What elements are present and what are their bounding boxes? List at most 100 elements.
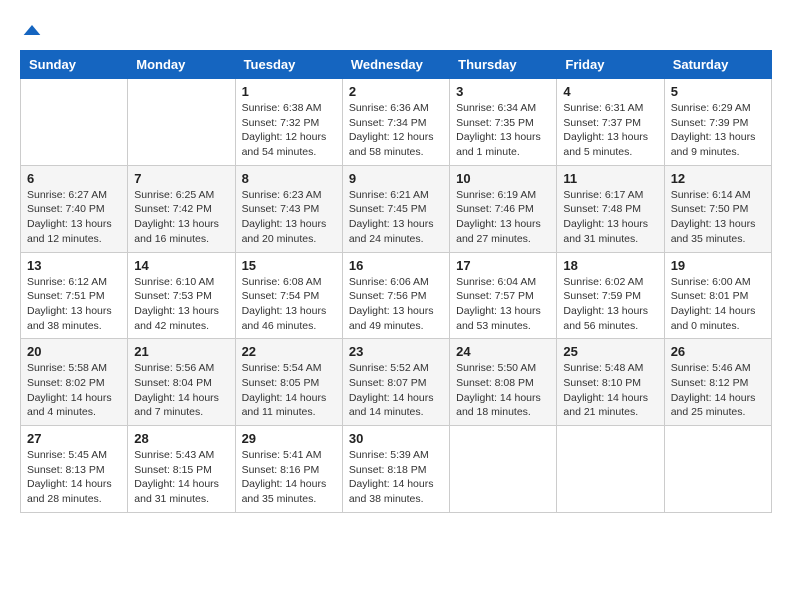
calendar-cell: 9 Sunrise: 6:21 AM Sunset: 7:45 PM Daylig… — [342, 165, 449, 252]
calendar-cell: 14 Sunrise: 6:10 AM Sunset: 7:53 PM Dayli… — [128, 252, 235, 339]
calendar-cell — [21, 79, 128, 166]
day-info: Sunrise: 6:04 AM Sunset: 7:57 PM Dayligh… — [456, 275, 550, 334]
day-number: 22 — [242, 344, 336, 359]
day-info: Sunrise: 5:50 AM Sunset: 8:08 PM Dayligh… — [456, 361, 550, 420]
calendar-week-row: 1Sunrise: 6:38 AM Sunset: 7:32 PM Daylig… — [21, 79, 772, 166]
day-info: Sunrise: 6:12 AM Sunset: 7:51 PM Dayligh… — [27, 275, 121, 334]
calendar-cell: 17 Sunrise: 6:04 AM Sunset: 7:57 PM Dayli… — [450, 252, 557, 339]
day-number: 26 — [671, 344, 765, 359]
calendar-cell: 28 Sunrise: 5:43 AM Sunset: 8:15 PM Dayli… — [128, 426, 235, 513]
day-info: Sunrise: 6:27 AM Sunset: 7:40 PM Dayligh… — [27, 188, 121, 247]
day-header-monday: Monday — [128, 51, 235, 79]
day-number: 8 — [242, 171, 336, 186]
calendar-cell: 2 Sunrise: 6:36 AM Sunset: 7:34 PM Daylig… — [342, 79, 449, 166]
calendar-cell: 3Sunrise: 6:34 AM Sunset: 7:35 PM Daylig… — [450, 79, 557, 166]
day-info: Sunrise: 6:19 AM Sunset: 7:46 PM Dayligh… — [456, 188, 550, 247]
day-number: 16 — [349, 258, 443, 273]
calendar-cell: 10 Sunrise: 6:19 AM Sunset: 7:46 PM Dayli… — [450, 165, 557, 252]
calendar-week-row: 13 Sunrise: 6:12 AM Sunset: 7:51 PM Dayli… — [21, 252, 772, 339]
day-info: Sunrise: 6:29 AM Sunset: 7:39 PM Dayligh… — [671, 101, 765, 160]
day-number: 14 — [134, 258, 228, 273]
day-info: Sunrise: 6:31 AM Sunset: 7:37 PM Dayligh… — [563, 101, 657, 160]
calendar-cell: 16 Sunrise: 6:06 AM Sunset: 7:56 PM Dayli… — [342, 252, 449, 339]
day-info: Sunrise: 6:23 AM Sunset: 7:43 PM Dayligh… — [242, 188, 336, 247]
day-info: Sunrise: 6:17 AM Sunset: 7:48 PM Dayligh… — [563, 188, 657, 247]
day-info: Sunrise: 5:39 AM Sunset: 8:18 PM Dayligh… — [349, 448, 443, 507]
day-number: 23 — [349, 344, 443, 359]
calendar-cell: 27 Sunrise: 5:45 AM Sunset: 8:13 PM Dayli… — [21, 426, 128, 513]
calendar-cell: 23 Sunrise: 5:52 AM Sunset: 8:07 PM Dayli… — [342, 339, 449, 426]
day-info: Sunrise: 6:08 AM Sunset: 7:54 PM Dayligh… — [242, 275, 336, 334]
day-info: Sunrise: 5:52 AM Sunset: 8:07 PM Dayligh… — [349, 361, 443, 420]
calendar-cell: 12 Sunrise: 6:14 AM Sunset: 7:50 PM Dayli… — [664, 165, 771, 252]
calendar-table: SundayMondayTuesdayWednesdayThursdayFrid… — [20, 50, 772, 513]
calendar-header-row: SundayMondayTuesdayWednesdayThursdayFrid… — [21, 51, 772, 79]
day-number: 6 — [27, 171, 121, 186]
day-number: 2 — [349, 84, 443, 99]
calendar-cell: 26 Sunrise: 5:46 AM Sunset: 8:12 PM Dayli… — [664, 339, 771, 426]
day-header-thursday: Thursday — [450, 51, 557, 79]
calendar-cell: 18Sunrise: 6:02 AM Sunset: 7:59 PM Dayli… — [557, 252, 664, 339]
day-number: 13 — [27, 258, 121, 273]
day-number: 1 — [242, 84, 336, 99]
day-info: Sunrise: 6:36 AM Sunset: 7:34 PM Dayligh… — [349, 101, 443, 160]
day-number: 21 — [134, 344, 228, 359]
day-number: 24 — [456, 344, 550, 359]
logo-icon — [22, 20, 42, 40]
calendar-cell: 6 Sunrise: 6:27 AM Sunset: 7:40 PM Daylig… — [21, 165, 128, 252]
day-number: 29 — [242, 431, 336, 446]
day-header-wednesday: Wednesday — [342, 51, 449, 79]
day-number: 19 — [671, 258, 765, 273]
calendar-cell: 29 Sunrise: 5:41 AM Sunset: 8:16 PM Dayli… — [235, 426, 342, 513]
day-info: Sunrise: 6:06 AM Sunset: 7:56 PM Dayligh… — [349, 275, 443, 334]
day-number: 3 — [456, 84, 550, 99]
day-number: 4 — [563, 84, 657, 99]
day-number: 20 — [27, 344, 121, 359]
day-number: 18 — [563, 258, 657, 273]
calendar-cell: 19 Sunrise: 6:00 AM Sunset: 8:01 PM Dayli… — [664, 252, 771, 339]
day-info: Sunrise: 5:48 AM Sunset: 8:10 PM Dayligh… — [563, 361, 657, 420]
day-info: Sunrise: 6:25 AM Sunset: 7:42 PM Dayligh… — [134, 188, 228, 247]
day-info: Sunrise: 6:21 AM Sunset: 7:45 PM Dayligh… — [349, 188, 443, 247]
calendar-cell: 20 Sunrise: 5:58 AM Sunset: 8:02 PM Dayli… — [21, 339, 128, 426]
calendar-cell: 7 Sunrise: 6:25 AM Sunset: 7:42 PM Daylig… — [128, 165, 235, 252]
day-number: 25 — [563, 344, 657, 359]
day-number: 9 — [349, 171, 443, 186]
calendar-cell: 25 Sunrise: 5:48 AM Sunset: 8:10 PM Dayli… — [557, 339, 664, 426]
day-header-saturday: Saturday — [664, 51, 771, 79]
day-number: 5 — [671, 84, 765, 99]
calendar-cell — [450, 426, 557, 513]
day-info: Sunrise: 5:41 AM Sunset: 8:16 PM Dayligh… — [242, 448, 336, 507]
day-number: 27 — [27, 431, 121, 446]
calendar-cell: 13 Sunrise: 6:12 AM Sunset: 7:51 PM Dayli… — [21, 252, 128, 339]
day-info: Sunrise: 5:54 AM Sunset: 8:05 PM Dayligh… — [242, 361, 336, 420]
day-number: 30 — [349, 431, 443, 446]
day-info: Sunrise: 5:58 AM Sunset: 8:02 PM Dayligh… — [27, 361, 121, 420]
header — [20, 20, 772, 40]
calendar-cell: 30 Sunrise: 5:39 AM Sunset: 8:18 PM Dayli… — [342, 426, 449, 513]
day-number: 12 — [671, 171, 765, 186]
day-number: 7 — [134, 171, 228, 186]
day-number: 17 — [456, 258, 550, 273]
calendar-week-row: 6 Sunrise: 6:27 AM Sunset: 7:40 PM Daylig… — [21, 165, 772, 252]
calendar-cell — [557, 426, 664, 513]
calendar-cell — [664, 426, 771, 513]
day-header-sunday: Sunday — [21, 51, 128, 79]
calendar-cell: 5 Sunrise: 6:29 AM Sunset: 7:39 PM Daylig… — [664, 79, 771, 166]
day-info: Sunrise: 5:56 AM Sunset: 8:04 PM Dayligh… — [134, 361, 228, 420]
day-number: 11 — [563, 171, 657, 186]
calendar-cell: 22 Sunrise: 5:54 AM Sunset: 8:05 PM Dayli… — [235, 339, 342, 426]
day-header-tuesday: Tuesday — [235, 51, 342, 79]
day-number: 28 — [134, 431, 228, 446]
calendar-cell: 8 Sunrise: 6:23 AM Sunset: 7:43 PM Daylig… — [235, 165, 342, 252]
day-info: Sunrise: 6:00 AM Sunset: 8:01 PM Dayligh… — [671, 275, 765, 334]
calendar-cell: 15Sunrise: 6:08 AM Sunset: 7:54 PM Dayli… — [235, 252, 342, 339]
day-info: Sunrise: 6:10 AM Sunset: 7:53 PM Dayligh… — [134, 275, 228, 334]
calendar-week-row: 20 Sunrise: 5:58 AM Sunset: 8:02 PM Dayli… — [21, 339, 772, 426]
day-number: 10 — [456, 171, 550, 186]
day-info: Sunrise: 5:45 AM Sunset: 8:13 PM Dayligh… — [27, 448, 121, 507]
day-info: Sunrise: 5:46 AM Sunset: 8:12 PM Dayligh… — [671, 361, 765, 420]
day-info: Sunrise: 6:14 AM Sunset: 7:50 PM Dayligh… — [671, 188, 765, 247]
calendar-cell: 21 Sunrise: 5:56 AM Sunset: 8:04 PM Dayli… — [128, 339, 235, 426]
day-info: Sunrise: 5:43 AM Sunset: 8:15 PM Dayligh… — [134, 448, 228, 507]
